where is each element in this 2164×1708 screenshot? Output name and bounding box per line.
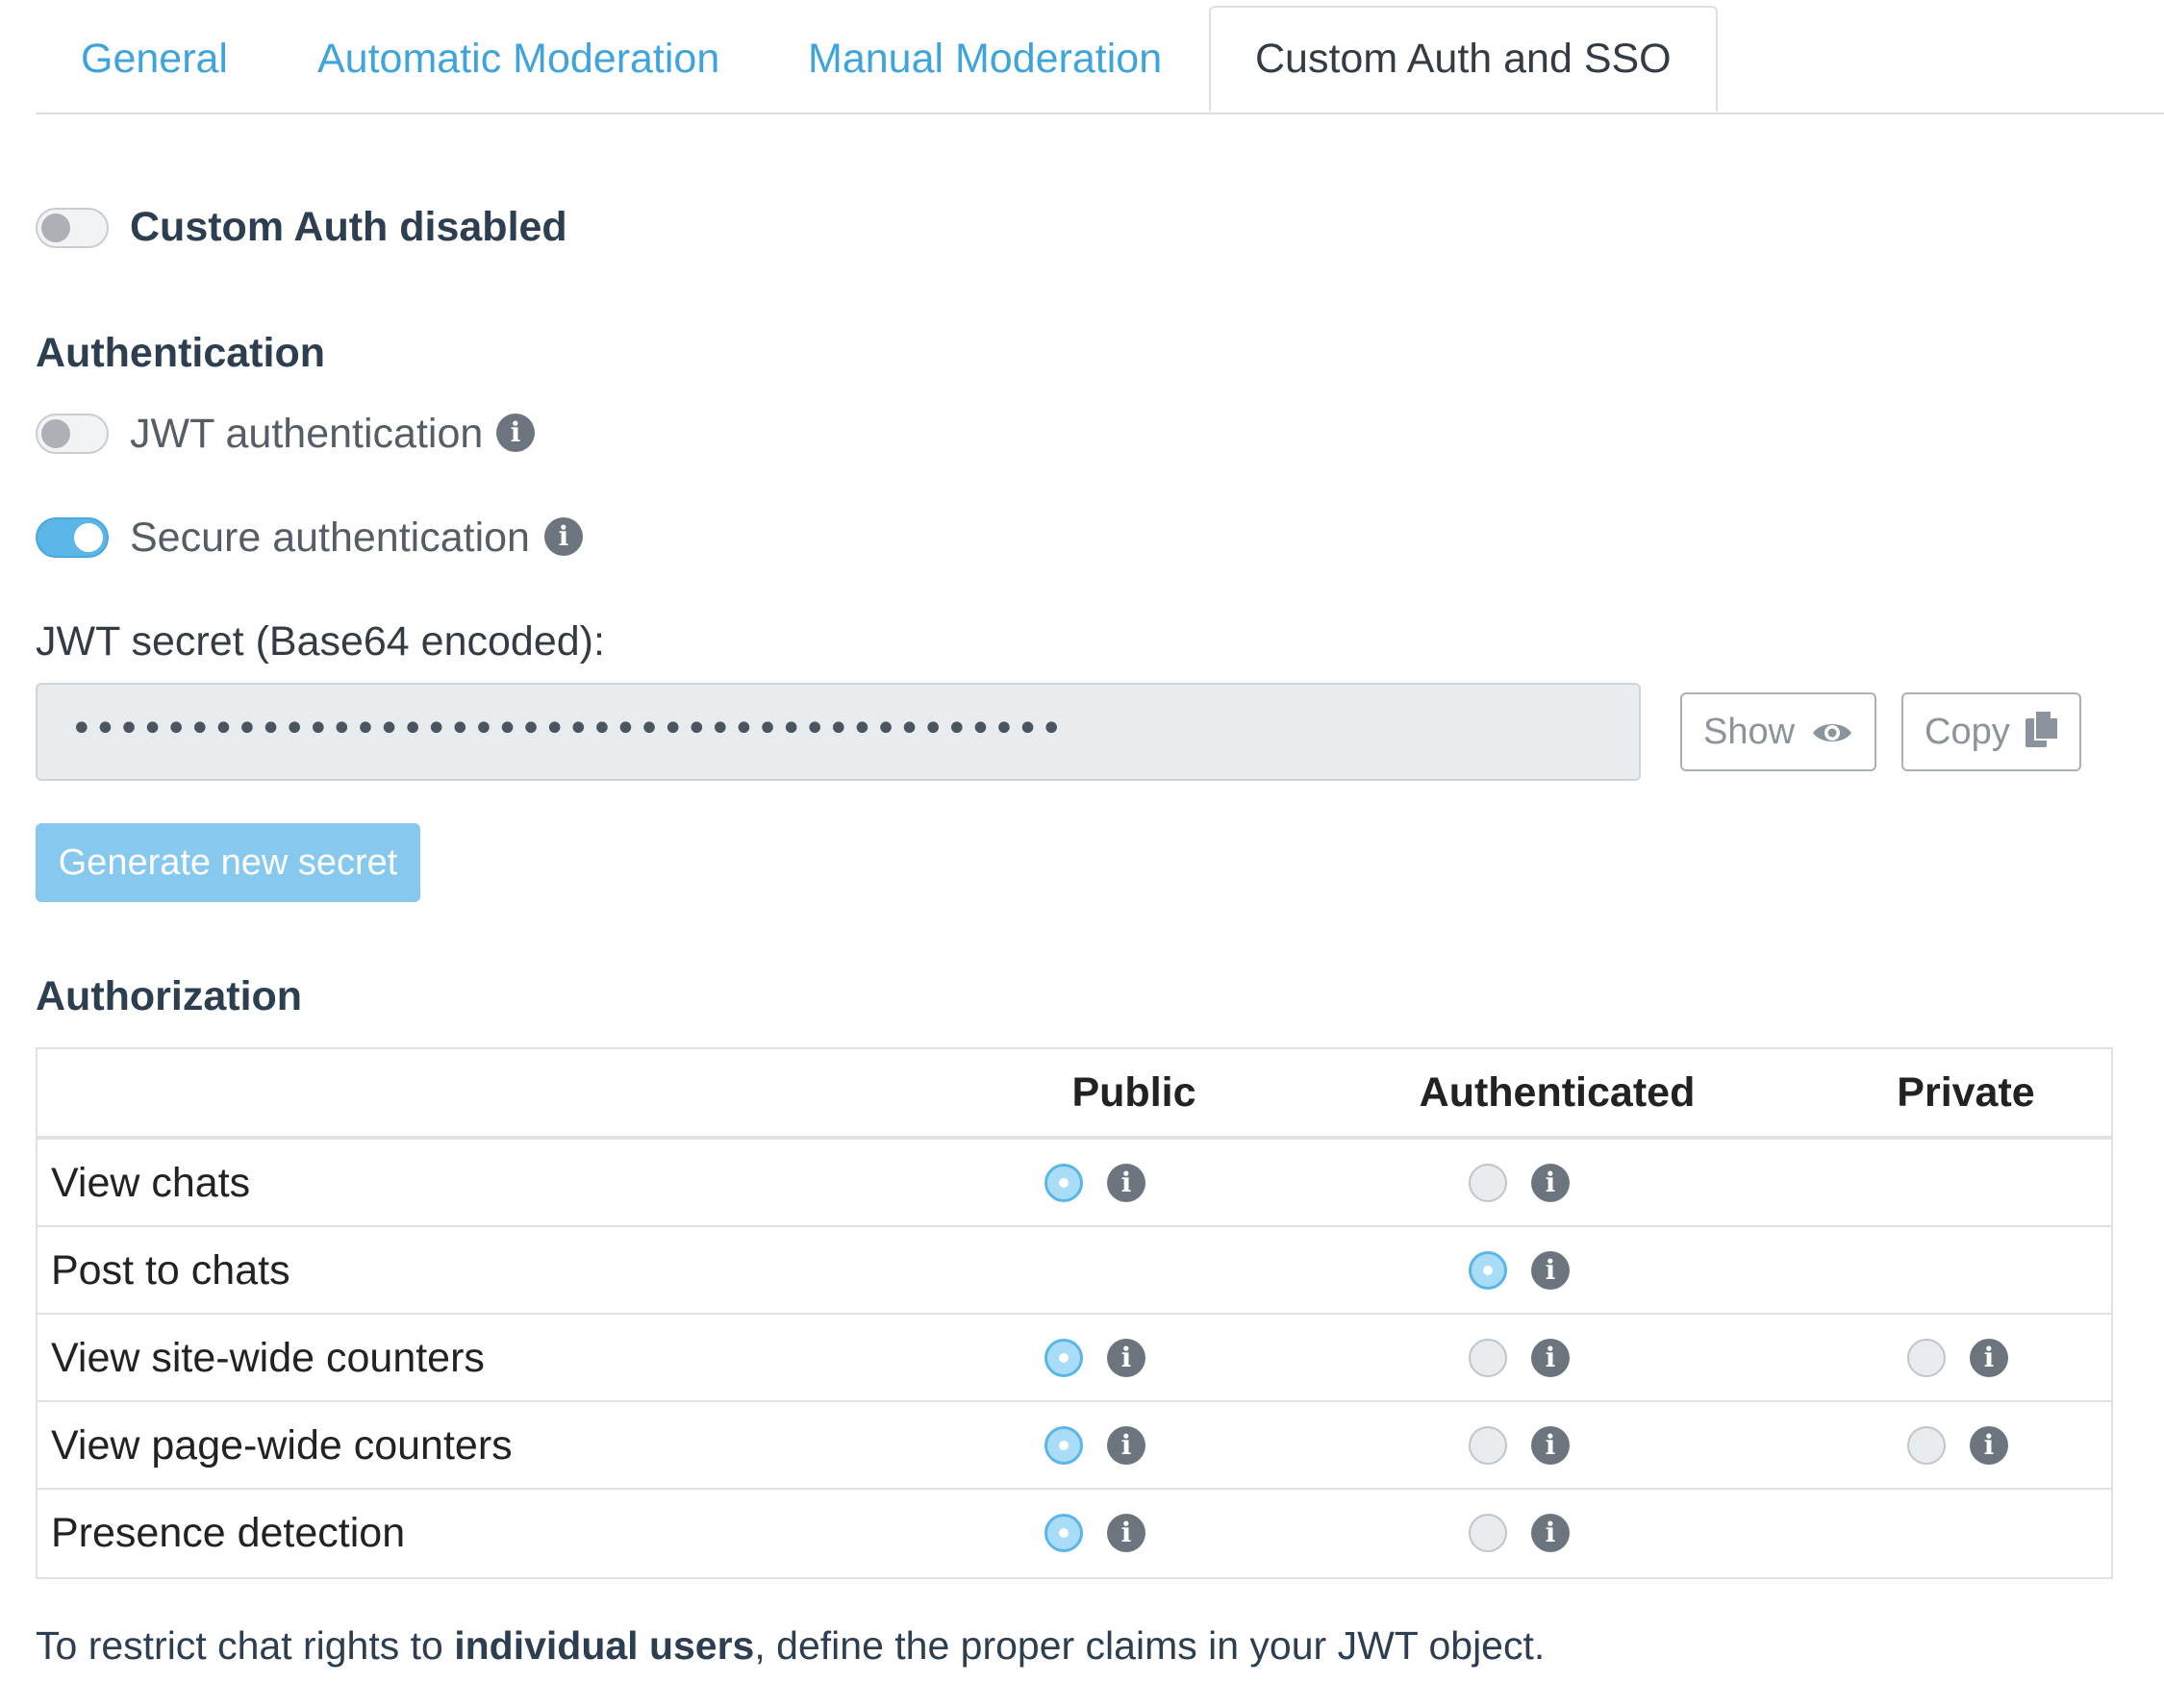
- radio-public[interactable]: [1044, 1339, 1083, 1377]
- copy-label: Copy: [1925, 712, 2010, 752]
- settings-page: General Automatic Moderation Manual Mode…: [0, 0, 2164, 1708]
- secure-authentication-label: Secure authentication: [130, 515, 530, 561]
- show-label: Show: [1703, 712, 1796, 752]
- toggle-knob: [74, 523, 103, 552]
- jwt-authentication-label: JWT authentication: [130, 411, 484, 457]
- row-label: Presence detection: [51, 1510, 406, 1556]
- radio-authenticated[interactable]: [1469, 1339, 1507, 1377]
- info-icon[interactable]: i: [1107, 1164, 1145, 1202]
- authorization-heading: Authorization: [36, 973, 303, 1019]
- table-row: Post to chats i: [38, 1227, 2111, 1315]
- copy-icon: [2026, 710, 2060, 747]
- radio-private[interactable]: [1907, 1426, 1946, 1465]
- tab-automatic-moderation[interactable]: Automatic Moderation: [317, 6, 719, 113]
- jwt-authentication-toggle[interactable]: [36, 414, 109, 454]
- jwt-secret-input[interactable]: ••••••••••••••••••••••••••••••••••••••••…: [36, 683, 1641, 781]
- radio-authenticated[interactable]: [1469, 1514, 1507, 1552]
- radio-authenticated[interactable]: [1469, 1426, 1507, 1465]
- footnote-text: , define the proper claims in your JWT o…: [754, 1623, 1546, 1668]
- info-icon[interactable]: i: [1531, 1514, 1570, 1552]
- table-body: View chats i i Post to chats i View site-wide…: [38, 1140, 2111, 1577]
- table-row: Presence detection i i: [38, 1490, 2111, 1577]
- info-icon[interactable]: i: [1531, 1251, 1570, 1290]
- row-label: View page-wide counters: [51, 1422, 513, 1469]
- info-icon[interactable]: i: [1107, 1426, 1145, 1465]
- row-label: View chats: [51, 1160, 251, 1206]
- info-icon[interactable]: i: [1531, 1339, 1570, 1377]
- row-label: Post to chats: [51, 1247, 290, 1294]
- radio-authenticated[interactable]: [1469, 1164, 1507, 1202]
- info-icon[interactable]: i: [1531, 1164, 1570, 1202]
- radio-public[interactable]: [1044, 1426, 1083, 1465]
- info-icon[interactable]: i: [1107, 1339, 1145, 1377]
- footnote-text: To restrict chat rights to: [36, 1623, 455, 1668]
- tab-manual-moderation[interactable]: Manual Moderation: [808, 6, 1162, 113]
- jwt-secret-label: JWT secret (Base64 encoded):: [36, 618, 605, 665]
- custom-auth-toggle[interactable]: [36, 208, 109, 248]
- toggle-knob: [41, 419, 70, 448]
- authorization-table: Public Authenticated Private View chats i…: [36, 1047, 2113, 1579]
- toggle-knob: [41, 214, 70, 242]
- table-row: View chats i i: [38, 1140, 2111, 1227]
- tab-custom-auth-sso[interactable]: Custom Auth and SSO: [1209, 6, 1718, 113]
- radio-private[interactable]: [1907, 1339, 1946, 1377]
- table-row: View page-wide counters i i i: [38, 1402, 2111, 1490]
- radio-authenticated[interactable]: [1469, 1251, 1507, 1290]
- column-public: Public: [1071, 1069, 1196, 1116]
- copy-secret-button[interactable]: Copy: [1901, 692, 2082, 771]
- row-label: View site-wide counters: [51, 1335, 485, 1381]
- info-icon[interactable]: i: [1531, 1426, 1570, 1465]
- tab-bar: General Automatic Moderation Manual Mode…: [36, 6, 2164, 114]
- radio-public[interactable]: [1044, 1164, 1083, 1202]
- tab-general[interactable]: General: [81, 6, 228, 113]
- info-icon[interactable]: i: [1107, 1514, 1145, 1552]
- footnote: To restrict chat rights to individual us…: [36, 1623, 1545, 1669]
- radio-public[interactable]: [1044, 1514, 1083, 1552]
- info-icon[interactable]: i: [544, 517, 583, 556]
- show-secret-button[interactable]: Show: [1680, 692, 1876, 771]
- column-private: Private: [1897, 1069, 2035, 1116]
- eye-icon: [1812, 724, 1851, 741]
- info-icon[interactable]: i: [1970, 1426, 2008, 1465]
- table-header: Public Authenticated Private: [38, 1049, 2111, 1140]
- secure-authentication-toggle[interactable]: [36, 517, 109, 558]
- column-authenticated: Authenticated: [1419, 1069, 1696, 1116]
- table-row: View site-wide counters i i i: [38, 1315, 2111, 1402]
- info-icon[interactable]: i: [1970, 1339, 2008, 1377]
- footnote-emphasis: individual users: [454, 1623, 755, 1668]
- info-icon[interactable]: i: [496, 414, 535, 452]
- authentication-heading: Authentication: [36, 330, 325, 376]
- custom-auth-label: Custom Auth disabled: [130, 204, 567, 250]
- generate-secret-button[interactable]: Generate new secret: [36, 823, 420, 902]
